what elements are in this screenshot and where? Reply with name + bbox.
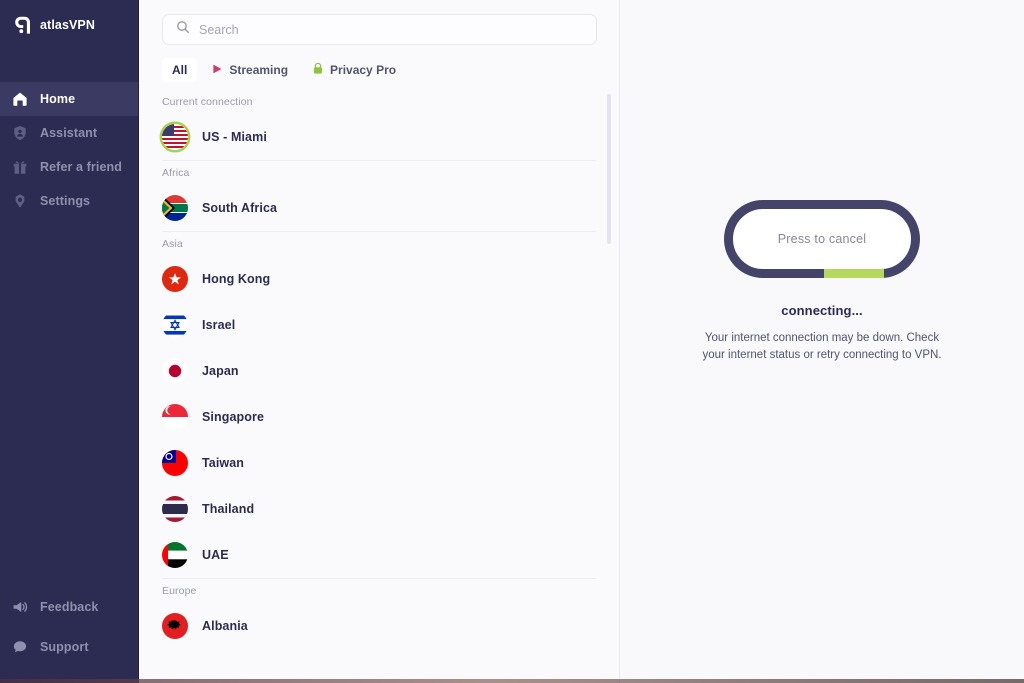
- connection-status-text: connecting...: [781, 303, 863, 318]
- sidebar-item-refer-a-friend[interactable]: Refer a friend: [0, 150, 138, 184]
- server-list-scroll-area[interactable]: Current connection US - Miami Africa Sou…: [139, 90, 619, 683]
- flag-jp-icon: [162, 358, 188, 384]
- filter-tabs: All Streaming Privacy Pro: [139, 45, 619, 82]
- list-item[interactable]: South Africa: [139, 185, 619, 231]
- sidebar-item-assistant-label: Assistant: [40, 126, 98, 140]
- atlas-vpn-window: atlasVPN Home Assistant Refer a friend S…: [0, 0, 1024, 683]
- tab-privacy-pro-label: Privacy Pro: [330, 63, 397, 77]
- group-label-africa: Africa: [162, 167, 190, 179]
- sidebar-item-settings[interactable]: Settings: [0, 184, 138, 218]
- flag-al-icon: [162, 613, 188, 639]
- sidebar-item-support-label: Support: [40, 640, 89, 654]
- list-item-label: UAE: [202, 548, 229, 562]
- group-label-current-connection: Current connection: [162, 96, 253, 108]
- sidebar-nav-primary: Home Assistant Refer a friend Settings: [0, 82, 138, 218]
- flag-hk-icon: [162, 266, 188, 292]
- gift-icon: [12, 159, 28, 175]
- megaphone-icon: [12, 599, 28, 615]
- list-item[interactable]: Albania: [139, 603, 619, 649]
- connection-status-area: Press to cancel connecting... Your inter…: [620, 200, 1024, 364]
- window-bottom-edge: [0, 679, 1024, 683]
- search-container: [139, 0, 619, 45]
- list-item[interactable]: Israel: [139, 302, 619, 348]
- sidebar-item-assistant[interactable]: Assistant: [0, 116, 138, 150]
- search-icon: [176, 20, 190, 39]
- sidebar-item-home[interactable]: Home: [0, 82, 138, 116]
- list-item-label: Albania: [202, 619, 248, 633]
- list-item[interactable]: Singapore: [139, 394, 619, 440]
- flag-za-icon: [162, 195, 188, 221]
- sidebar-item-support[interactable]: Support: [0, 627, 138, 667]
- list-item[interactable]: Taiwan: [139, 440, 619, 486]
- sidebar-item-feedback[interactable]: Feedback: [0, 587, 138, 627]
- flag-sg-icon: [162, 404, 188, 430]
- brand: atlasVPN: [0, 0, 138, 34]
- sidebar-item-home-label: Home: [40, 92, 76, 106]
- sidebar: atlasVPN Home Assistant Refer a friend S…: [0, 0, 139, 683]
- flag-il-icon: [162, 312, 188, 338]
- list-item[interactable]: Thailand: [139, 486, 619, 532]
- sidebar-item-refer-a-friend-label: Refer a friend: [40, 160, 122, 174]
- tab-all-label: All: [172, 63, 188, 77]
- sidebar-item-feedback-label: Feedback: [40, 600, 99, 614]
- tab-all[interactable]: All: [162, 58, 198, 82]
- list-item-label: Israel: [202, 318, 236, 332]
- list-item-label: Japan: [202, 364, 239, 378]
- list-item[interactable]: US - Miami: [139, 114, 619, 160]
- search-input[interactable]: [199, 22, 583, 37]
- list-item-label: Thailand: [202, 502, 255, 516]
- server-list-panel: All Streaming Privacy Pro: [139, 0, 620, 683]
- tab-streaming[interactable]: Streaming: [201, 58, 298, 82]
- list-item-label: Hong Kong: [202, 272, 271, 286]
- connect-button-label: Press to cancel: [777, 232, 867, 246]
- tab-streaming-label: Streaming: [229, 63, 289, 77]
- list-item[interactable]: Japan: [139, 348, 619, 394]
- play-triangle-icon: [211, 63, 223, 78]
- list-item-label: US - Miami: [202, 130, 267, 144]
- group-label-asia: Asia: [162, 238, 183, 250]
- chat-bubble-icon: [12, 639, 28, 655]
- search-box[interactable]: [162, 14, 597, 45]
- group-label-europe: Europe: [162, 585, 197, 597]
- connection-panel: Press to cancel connecting... Your inter…: [620, 0, 1024, 683]
- list-item-label: South Africa: [202, 201, 278, 215]
- list-item[interactable]: UAE: [139, 532, 619, 578]
- gear-icon: [12, 193, 28, 209]
- flag-ae-icon: [162, 542, 188, 568]
- brand-name: atlasVPN: [40, 18, 95, 32]
- flag-th-icon: [162, 496, 188, 522]
- connection-status-description: Your internet connection may be down. Ch…: [702, 332, 942, 361]
- atlas-logo-icon: [12, 15, 33, 36]
- sidebar-nav-secondary: Feedback Support: [0, 587, 138, 683]
- sidebar-item-settings-label: Settings: [40, 194, 91, 208]
- home-icon: [12, 91, 28, 107]
- list-scrollbar[interactable]: [607, 90, 611, 683]
- flag-tw-icon: [162, 450, 188, 476]
- connect-toggle-button[interactable]: Press to cancel: [724, 200, 920, 278]
- list-scrollbar-thumb[interactable]: [607, 94, 611, 244]
- list-item-label: Singapore: [202, 410, 265, 424]
- flag-us-icon: [162, 124, 188, 150]
- list-item-label: Taiwan: [202, 456, 245, 470]
- tab-privacy-pro[interactable]: Privacy Pro: [302, 58, 406, 82]
- lock-icon: [312, 62, 324, 78]
- list-item[interactable]: Hong Kong: [139, 256, 619, 302]
- shield-person-icon: [12, 125, 28, 141]
